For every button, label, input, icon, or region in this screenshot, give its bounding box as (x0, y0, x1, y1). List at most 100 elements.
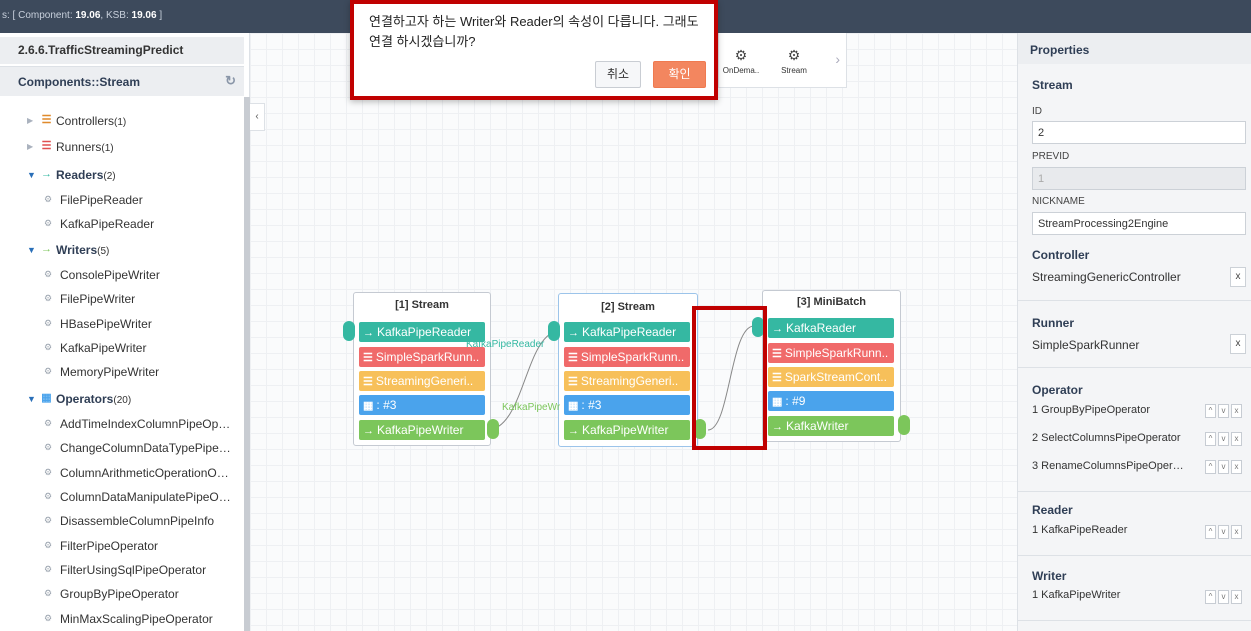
node-row-writer[interactable]: → KafkaWriter (768, 416, 894, 436)
cog-icon: ⚙ (44, 613, 53, 623)
cancel-button[interactable]: 취소 (595, 61, 641, 88)
tree-group-controllers[interactable]: ▶ ☰ Controllers(1) (0, 112, 244, 134)
move-down-button[interactable]: v (1218, 432, 1229, 446)
tree-item[interactable]: ⚙ AddTimeIndexColumnPipeOp… (0, 415, 244, 437)
node-1-stream[interactable]: [1] Stream → KafkaPipeReader ☰ SimpleSpark… (353, 292, 491, 446)
remove-controller-button[interactable]: x (1230, 267, 1246, 287)
node-row-operator[interactable]: ▦: #3 (564, 395, 690, 415)
palette-ondemand[interactable]: ⚙ OnDema.. (721, 48, 761, 76)
reader-icon: → (363, 327, 374, 339)
node-3-out-port[interactable] (898, 415, 910, 435)
cog-icon: ⚙ (44, 366, 53, 376)
move-up-button[interactable]: ^ (1205, 432, 1216, 446)
gears-icon: ⚙ (787, 47, 801, 63)
stream-section-title: Stream (1032, 78, 1073, 92)
chevron-left-icon: ‹ (255, 111, 259, 122)
cog-icon: ⚙ (44, 218, 53, 228)
caret-right-icon: ▶ (27, 142, 34, 151)
node-1-out-port[interactable] (487, 419, 499, 439)
ok-button[interactable]: 확인 (653, 61, 706, 88)
move-down-button[interactable]: v (1218, 460, 1229, 474)
tree-item[interactable]: ⚙ GroupByPipeOperator (0, 585, 244, 607)
remove-reader-button[interactable]: x (1231, 525, 1242, 539)
caret-down-icon: ▼ (27, 245, 36, 255)
refresh-icon[interactable]: ↻ (225, 73, 236, 89)
node-1-in-port[interactable] (343, 321, 355, 341)
tree-group-operators[interactable]: ▼ ▦ Operators(20) (0, 390, 244, 412)
tree-group-readers[interactable]: ▼ → Readers(2) (0, 166, 244, 188)
tree-group-runners[interactable]: ▶ ☰ Runners(1) (0, 138, 244, 160)
remove-writer-button[interactable]: x (1231, 590, 1242, 604)
tree-item[interactable]: ⚙ MemoryPipeWriter (0, 363, 244, 385)
writer-value: 1 KafkaPipeWriter (1032, 589, 1121, 601)
id-field[interactable]: 2 (1032, 121, 1246, 144)
controller-icon: ☰ (363, 376, 373, 388)
runner-value: SimpleSparkRunner (1032, 338, 1140, 352)
runner-icon: ☰ (568, 352, 578, 364)
tree-item[interactable]: ⚙ KafkaPipeReader (0, 215, 244, 237)
move-down-button[interactable]: v (1218, 404, 1229, 418)
node-row-writer[interactable]: → KafkaPipeWriter (359, 420, 485, 440)
tree-item[interactable]: ⚙ FilterUsingSqlPipeOperator (0, 561, 244, 583)
controller-value: StreamingGenericController (1032, 270, 1181, 284)
sidebar-scrollbar[interactable] (244, 97, 250, 631)
remove-operator-button[interactable]: x (1231, 432, 1242, 446)
node-row-runner[interactable]: ☰ SimpleSparkRunn.. (359, 347, 485, 367)
tree-item[interactable]: ⚙ MinMaxScalingPipeOperator (0, 610, 244, 631)
tree-item[interactable]: ⚙ FilePipeReader (0, 191, 244, 213)
node-row-controller[interactable]: ☰ StreamingGeneri.. (564, 371, 690, 391)
reader-icon: → (41, 168, 52, 180)
move-up-button[interactable]: ^ (1205, 404, 1216, 418)
node-3-minibatch[interactable]: [3] MiniBatch → KafkaReader ☰ SimpleSparkR… (762, 290, 901, 442)
collapse-sidebar-button[interactable]: ‹ (250, 103, 265, 131)
node-row-operator[interactable]: ▦: #3 (359, 395, 485, 415)
reader-icon: → (772, 323, 783, 335)
nickname-field[interactable]: StreamProcessing2Engine (1032, 212, 1246, 235)
id-label: ID (1032, 106, 1042, 117)
caret-down-icon: ▼ (27, 394, 36, 404)
move-up-button[interactable]: ^ (1205, 525, 1216, 539)
remove-operator-button[interactable]: x (1231, 404, 1242, 418)
tree-item[interactable]: ⚙ ColumnArithmeticOperationO… (0, 464, 244, 486)
node-row-runner[interactable]: ☰ SimpleSparkRunn.. (768, 343, 894, 363)
cog-icon: ⚙ (44, 442, 53, 452)
remove-runner-button[interactable]: x (1230, 334, 1246, 354)
components-section-header: Components::Stream ↻ (0, 66, 244, 96)
edge-label-reader: KafkaPipeReader (466, 339, 545, 350)
tree-group-writers[interactable]: ▼ → Writers(5) (0, 241, 244, 263)
tree-item[interactable]: ⚙ ChangeColumnDataTypePipe… (0, 439, 244, 461)
node-row-reader[interactable]: → KafkaPipeReader (564, 322, 690, 342)
move-down-button[interactable]: v (1218, 590, 1229, 604)
runner-icon: ☰ (41, 140, 52, 152)
writer-icon: → (41, 243, 52, 255)
palette-stream[interactable]: ⚙ Stream (774, 47, 814, 76)
dialog-message: 연결하고자 하는 Writer와 Reader의 속성이 다릅니다. 그래도 연… (369, 14, 699, 49)
node-row-runner[interactable]: ☰ SimpleSparkRunn.. (564, 347, 690, 367)
cog-icon: ⚙ (44, 418, 53, 428)
node-title: [2] Stream (601, 301, 655, 313)
tree-item[interactable]: ⚙ KafkaPipeWriter (0, 339, 244, 361)
node-row-reader[interactable]: → KafkaReader (768, 318, 894, 338)
node-2-in-port[interactable] (548, 321, 560, 341)
tree-item[interactable]: ⚙ FilterPipeOperator (0, 537, 244, 559)
chevron-right-icon[interactable]: › (835, 51, 840, 67)
component-palette: ⚙ OnDema.. ⚙ Stream › (718, 33, 847, 88)
move-up-button[interactable]: ^ (1205, 460, 1216, 474)
move-down-button[interactable]: v (1218, 525, 1229, 539)
cog-icon: ⚙ (44, 194, 53, 204)
tree-item[interactable]: ⚙ HBasePipeWriter (0, 315, 244, 337)
node-row-writer[interactable]: → KafkaPipeWriter (564, 420, 690, 440)
node-row-operator[interactable]: ▦: #9 (768, 391, 894, 411)
operator-section-title: Operator (1032, 383, 1083, 397)
caret-right-icon: ▶ (27, 116, 34, 125)
remove-operator-button[interactable]: x (1231, 460, 1242, 474)
node-row-controller[interactable]: ☰ StreamingGeneri.. (359, 371, 485, 391)
cog-icon: ⚙ (44, 564, 53, 574)
node-row-controller[interactable]: ☰ SparkStreamCont.. (768, 367, 894, 387)
tree-item[interactable]: ⚙ ColumnDataManipulatePipeO… (0, 488, 244, 510)
tree-item[interactable]: ⚙ FilePipeWriter (0, 290, 244, 312)
tree-item[interactable]: ⚙ DisassembleColumnPipeInfo (0, 512, 244, 534)
tree-item[interactable]: ⚙ ConsolePipeWriter (0, 266, 244, 288)
move-up-button[interactable]: ^ (1205, 590, 1216, 604)
node-2-stream[interactable]: [2] Stream → KafkaPipeReader ☰ SimpleSpark… (558, 293, 698, 447)
